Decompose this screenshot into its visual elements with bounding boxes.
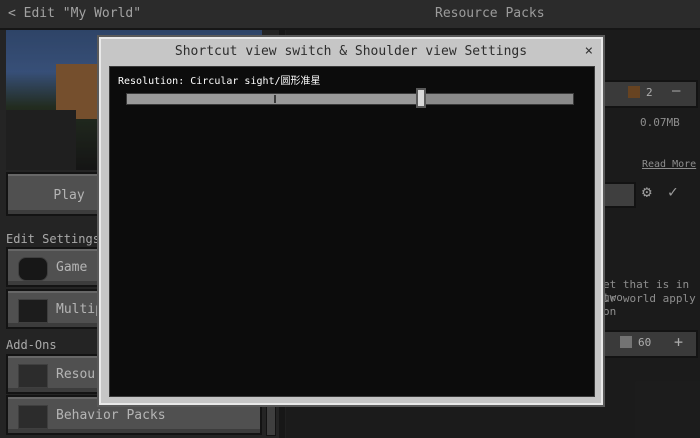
resolution-slider[interactable] <box>126 88 574 108</box>
dialog-title: Shortcut view switch & Shoulder view Set… <box>174 44 528 59</box>
slider-handle[interactable] <box>416 88 427 108</box>
resolution-label: Resolution: Circular sight/圆形准星 <box>118 76 321 87</box>
dialog-body: Resolution: Circular sight/圆形准星 <box>109 66 595 397</box>
settings-dialog: Shortcut view switch & Shoulder view Set… <box>99 37 603 405</box>
close-icon[interactable]: × <box>585 43 593 59</box>
slider-tick-mark <box>274 95 277 103</box>
